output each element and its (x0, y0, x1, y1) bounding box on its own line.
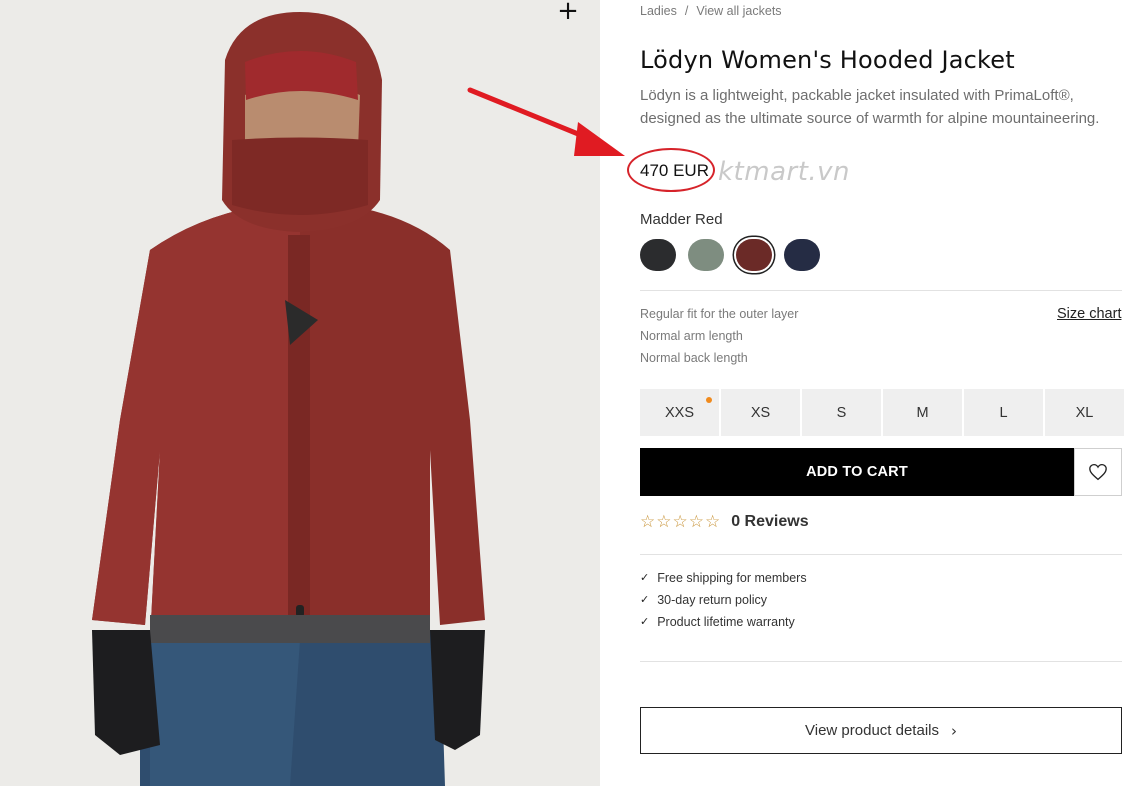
view-product-details-button[interactable]: View product details › (640, 707, 1122, 754)
annotation-arrow-icon (467, 87, 625, 156)
check-icon: ✓ (640, 571, 650, 584)
add-to-cart-button[interactable]: ADD TO CART (640, 448, 1074, 496)
divider (640, 661, 1122, 662)
size-option-s[interactable]: S (802, 389, 881, 436)
size-label: M (916, 404, 929, 421)
reviews-count: 0 Reviews (731, 513, 809, 530)
heart-icon (1089, 463, 1107, 481)
chevron-right-icon: › (950, 721, 957, 740)
selected-color-label: Madder Red (640, 211, 723, 228)
fit-line: Normal arm length (640, 329, 743, 343)
fit-line: Regular fit for the outer layer (640, 307, 799, 321)
fit-line: Normal back length (640, 351, 748, 365)
swatch-sage[interactable] (688, 239, 724, 271)
size-option-m[interactable]: M (883, 389, 962, 436)
divider (640, 290, 1122, 291)
price-annotation-circle (627, 148, 715, 192)
watermark: ktmart.vn (718, 157, 851, 187)
benefit-label: Product lifetime warranty (657, 615, 795, 629)
size-option-xs[interactable]: XS (721, 389, 800, 436)
check-icon: ✓ (640, 615, 650, 628)
benefit-label: 30-day return policy (657, 593, 767, 607)
low-stock-dot-icon (706, 397, 712, 403)
size-option-l[interactable]: L (964, 389, 1043, 436)
benefit-item: ✓ Free shipping for members (640, 567, 807, 589)
swatch-madder-red[interactable] (736, 239, 772, 271)
product-title: Lödyn Women's Hooded Jacket (640, 46, 1015, 74)
wishlist-button[interactable] (1074, 448, 1122, 496)
size-label: XXS (664, 404, 694, 421)
size-label: S (836, 404, 847, 421)
swatch-black[interactable] (640, 239, 676, 271)
product-description: Lödyn is a lightweight, packable jacket … (640, 87, 1100, 127)
check-icon: ✓ (640, 593, 650, 606)
size-option-xl[interactable]: XL (1045, 389, 1124, 436)
zoom-plus-icon[interactable]: + (555, 0, 581, 26)
benefit-item: ✓ Product lifetime warranty (640, 611, 807, 633)
size-option-xxs[interactable]: XXS (640, 389, 719, 436)
divider (640, 554, 1122, 555)
size-chart-link[interactable]: Size chart (1057, 306, 1121, 322)
size-label: XS (750, 404, 771, 421)
swatch-navy[interactable] (784, 239, 820, 271)
star-rating-icon: ☆☆☆☆☆ (640, 512, 722, 532)
breadcrumb-ladies[interactable]: Ladies (640, 4, 677, 18)
breadcrumb-view-all-jackets[interactable]: View all jackets (696, 4, 781, 18)
benefit-item: ✓ 30-day return policy (640, 589, 807, 611)
breadcrumb: Ladies / View all jackets (640, 4, 782, 18)
size-label: L (999, 404, 1008, 421)
benefits-list: ✓ Free shipping for members ✓ 30-day retur… (640, 567, 807, 633)
size-selector: XXS XS S M L XL (640, 389, 1124, 436)
benefit-label: Free shipping for members (657, 571, 807, 585)
view-product-details-label: View product details (805, 722, 939, 739)
breadcrumb-separator: / (684, 4, 689, 18)
color-swatches (640, 239, 820, 271)
size-label: XL (1075, 404, 1094, 421)
reviews-summary[interactable]: ☆☆☆☆☆ 0 Reviews (640, 512, 809, 532)
fit-info: Regular fit for the outer layer Normal a… (640, 303, 798, 369)
